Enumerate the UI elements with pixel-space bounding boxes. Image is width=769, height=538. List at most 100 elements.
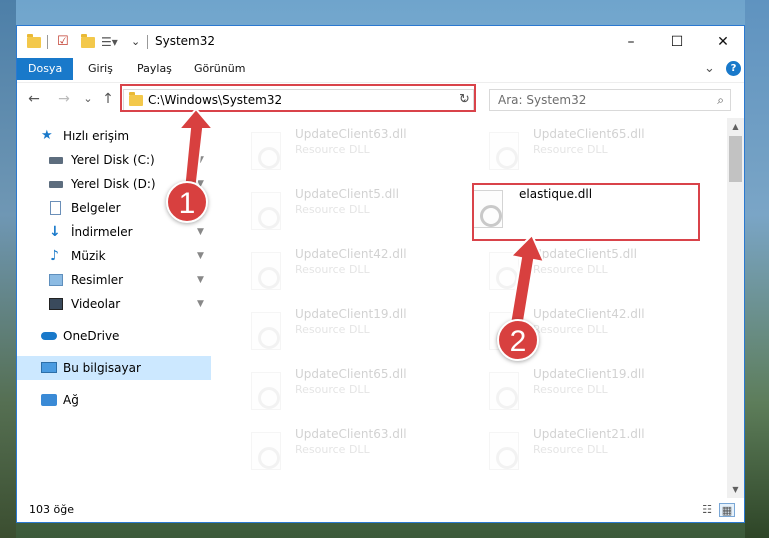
- scroll-up-arrow-icon[interactable]: ▲: [727, 118, 744, 135]
- dll-file-icon: [489, 252, 519, 290]
- expand-ribbon-icon[interactable]: ⌄: [704, 61, 715, 76]
- file-type: Resource DLL: [533, 443, 608, 456]
- sidebar-item-label: Bu bilgisayar: [63, 361, 141, 375]
- file-item[interactable]: UpdateClient5.dll Resource DLL: [461, 246, 661, 292]
- file-name: UpdateClient42.dll: [533, 307, 645, 321]
- sidebar-item-this-pc[interactable]: Bu bilgisayar: [17, 356, 211, 380]
- sidebar-item-music[interactable]: ♪ Müzik ▼: [17, 244, 211, 268]
- file-name: UpdateClient65.dll: [295, 367, 407, 381]
- step-2-badge: 2: [497, 319, 539, 361]
- file-item[interactable]: UpdateClient63.dll Resource DLL: [223, 126, 423, 172]
- maximize-button[interactable]: ☐: [654, 26, 700, 58]
- tab-gorunum[interactable]: Görünüm: [183, 58, 256, 80]
- computer-icon: [41, 362, 57, 373]
- file-type: Resource DLL: [295, 143, 370, 156]
- up-button[interactable]: ↑: [99, 90, 117, 108]
- download-icon: ↓: [49, 224, 61, 240]
- video-icon: [49, 298, 63, 310]
- document-icon: [50, 201, 61, 215]
- divider: [47, 35, 48, 49]
- search-placeholder: Ara: System32: [498, 93, 587, 107]
- desktop-background-left: [0, 0, 16, 538]
- new-folder-icon[interactable]: [81, 34, 95, 50]
- sidebar-item-onedrive[interactable]: OneDrive: [17, 324, 211, 348]
- details-view-icon[interactable]: ☷: [699, 503, 715, 517]
- pin-icon[interactable]: ▼: [197, 268, 204, 292]
- file-item[interactable]: UpdateClient65.dll Resource DLL: [223, 366, 423, 412]
- cloud-icon: [41, 332, 57, 340]
- minimize-button[interactable]: –: [608, 26, 654, 58]
- search-input[interactable]: Ara: System32 ⌕: [489, 89, 731, 111]
- properties-icon[interactable]: ☑: [57, 34, 73, 50]
- music-icon: ♪: [50, 248, 59, 264]
- ribbon-tabs: Dosya Giriş Paylaş Görünüm ⌄ ?: [17, 58, 744, 80]
- sidebar-item-label: Videolar: [71, 297, 121, 311]
- scroll-down-arrow-icon[interactable]: ▼: [727, 481, 744, 498]
- vertical-scrollbar[interactable]: ▲ ▼: [727, 118, 744, 498]
- network-icon: [41, 394, 57, 406]
- file-name: UpdateClient63.dll: [295, 127, 407, 141]
- sidebar-item-downloads[interactable]: ↓ İndirmeler ▼: [17, 220, 211, 244]
- file-type: Resource DLL: [295, 203, 370, 216]
- recent-locations-button[interactable]: ⌄: [79, 90, 97, 108]
- item-count: 103 öğe: [29, 503, 74, 516]
- file-name: UpdateClient19.dll: [533, 367, 645, 381]
- sidebar-item-quick-access[interactable]: ★ Hızlı erişim: [17, 124, 211, 148]
- file-item[interactable]: UpdateClient19.dll Resource DLL: [223, 306, 423, 352]
- pin-icon[interactable]: ▼: [197, 292, 204, 316]
- file-item[interactable]: UpdateClient19.dll Resource DLL: [461, 366, 661, 412]
- scrollbar-thumb[interactable]: [729, 136, 742, 182]
- folder-icon: [27, 34, 41, 50]
- large-icons-view-icon[interactable]: ▦: [719, 503, 735, 517]
- file-type: Resource DLL: [295, 323, 370, 336]
- help-icon[interactable]: ?: [726, 61, 741, 76]
- tab-giris[interactable]: Giriş: [77, 58, 124, 80]
- dll-file-icon: [251, 192, 281, 230]
- tab-paylas[interactable]: Paylaş: [126, 58, 183, 80]
- pin-icon[interactable]: ▼: [197, 220, 204, 244]
- sidebar-item-label: Hızlı erişim: [63, 129, 130, 143]
- file-type: Resource DLL: [533, 143, 608, 156]
- desktop-background-right: [745, 0, 769, 538]
- file-type: Resource DLL: [533, 323, 608, 336]
- dll-file-icon: [251, 372, 281, 410]
- pin-icon[interactable]: ▼: [197, 148, 204, 172]
- forward-button[interactable]: →: [55, 90, 73, 108]
- file-item[interactable]: UpdateClient65.dll Resource DLL: [461, 126, 661, 172]
- title-bar: ☑ ☰▾ ⌄ System32 – ☐ ✕: [17, 26, 744, 58]
- file-type: Resource DLL: [295, 263, 370, 276]
- window-title: System32: [155, 34, 216, 48]
- sidebar-item-label: OneDrive: [63, 329, 120, 343]
- file-name: UpdateClient5.dll: [533, 247, 637, 261]
- quick-access-dropdown-icon[interactable]: ⌄: [131, 34, 141, 50]
- dll-file-icon: [251, 312, 281, 350]
- dll-file-icon: [489, 372, 519, 410]
- file-item[interactable]: UpdateClient42.dll Resource DLL: [223, 246, 423, 292]
- search-icon: ⌕: [717, 93, 724, 107]
- file-item[interactable]: UpdateClient42.dll Resource DLL: [461, 306, 661, 352]
- pin-icon[interactable]: ▼: [197, 244, 204, 268]
- sidebar-item-label: Resimler: [71, 273, 124, 287]
- status-bar: 103 öğe ☷ ▦: [17, 498, 744, 522]
- tab-dosya[interactable]: Dosya: [17, 58, 74, 80]
- file-name: UpdateClient19.dll: [295, 307, 407, 321]
- sidebar-item-videos[interactable]: Videolar ▼: [17, 292, 211, 316]
- back-button[interactable]: ←: [25, 90, 43, 108]
- sidebar-item-network[interactable]: Ağ: [17, 388, 211, 412]
- sidebar-item-pictures[interactable]: Resimler ▼: [17, 268, 211, 292]
- file-item[interactable]: UpdateClient63.dll Resource DLL: [223, 426, 423, 472]
- file-type: Resource DLL: [533, 263, 608, 276]
- sidebar-item-local-disk-c[interactable]: Yerel Disk (C:) ▼: [17, 148, 211, 172]
- dll-file-icon: [489, 132, 519, 170]
- file-highlight: [472, 183, 700, 241]
- navigation-pane: ★ Hızlı erişim Yerel Disk (C:) ▼ Yerel D…: [17, 118, 213, 498]
- divider: [147, 35, 148, 49]
- file-item[interactable]: UpdateClient5.dll Resource DLL: [223, 186, 423, 232]
- drive-icon: [49, 157, 63, 164]
- customize-toolbar-icon[interactable]: ☰▾: [101, 34, 118, 50]
- file-name: UpdateClient5.dll: [295, 187, 399, 201]
- address-bar-highlight: [120, 84, 476, 112]
- file-item[interactable]: UpdateClient21.dll Resource DLL: [461, 426, 661, 472]
- close-button[interactable]: ✕: [700, 26, 744, 58]
- file-name: UpdateClient42.dll: [295, 247, 407, 261]
